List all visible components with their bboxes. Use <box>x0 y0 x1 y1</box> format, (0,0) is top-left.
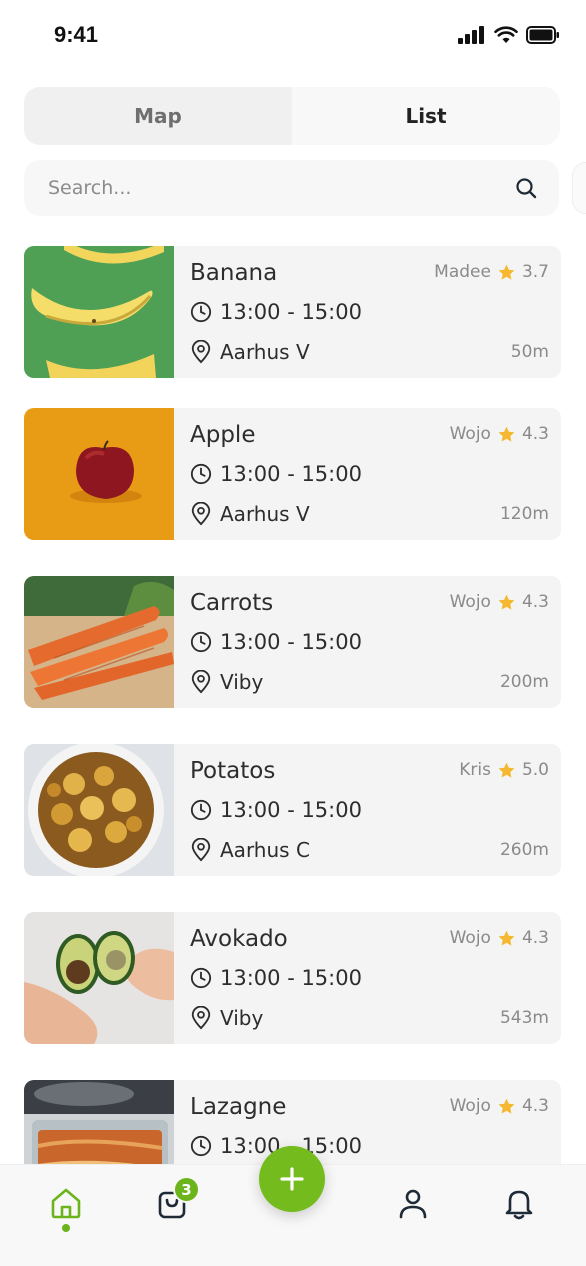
listing-card[interactable]: Carrots Wojo 4.3 13:00 - 15:00 Viby 200m <box>24 576 561 708</box>
clock-icon <box>190 1135 212 1157</box>
listing-title: Banana <box>190 260 278 286</box>
seller-rating: 5.0 <box>521 760 549 780</box>
location-text: Viby <box>220 1006 264 1030</box>
pickup-time: 13:00 - 15:00 <box>190 630 362 654</box>
pickup-time-text: 13:00 - 15:00 <box>220 630 362 654</box>
listing-seller: Wojo 4.3 <box>450 928 549 948</box>
listing-image-banana <box>24 246 174 378</box>
cart-count-badge: 3 <box>173 1176 200 1203</box>
home-icon <box>51 1188 81 1219</box>
seller-rating: 4.3 <box>521 424 549 444</box>
listing-image-carrots <box>24 576 174 708</box>
star-icon <box>498 264 515 280</box>
pickup-time-text: 13:00 - 15:00 <box>220 798 362 822</box>
active-indicator <box>62 1224 70 1232</box>
location-pin-icon <box>191 502 211 526</box>
view-toggle: Map List <box>24 87 560 145</box>
seller-name: Kris <box>459 760 491 780</box>
add-listing-button[interactable] <box>259 1146 325 1212</box>
status-icons <box>458 26 560 44</box>
nav-notifications[interactable] <box>497 1181 541 1225</box>
listing-card[interactable]: Avokado Wojo 4.3 13:00 - 15:00 Viby 543m <box>24 912 561 1044</box>
tab-list[interactable]: List <box>292 87 560 145</box>
seller-name: Wojo <box>449 928 491 948</box>
pickup-time-text: 13:00 - 15:00 <box>220 300 362 324</box>
wifi-icon <box>494 26 518 43</box>
search-icon[interactable] <box>515 177 537 199</box>
listing-image-potatos <box>24 744 174 876</box>
clock-icon <box>190 301 212 323</box>
seller-name: Wojo <box>449 592 491 612</box>
listing-title: Avokado <box>190 926 288 952</box>
location-pin-icon <box>191 340 211 364</box>
listing-seller: Wojo 4.3 <box>450 592 549 612</box>
listing-title: Carrots <box>190 590 274 616</box>
add-icon <box>280 1167 304 1191</box>
pickup-time: 13:00 - 15:00 <box>190 798 362 822</box>
clock-icon <box>190 463 212 485</box>
nav-profile[interactable] <box>391 1181 435 1225</box>
pickup-location: Aarhus C <box>190 838 310 862</box>
seller-rating: 4.3 <box>521 1096 549 1116</box>
pickup-location: Aarhus V <box>190 340 310 364</box>
location-pin-icon <box>191 670 211 694</box>
search-bar <box>24 160 559 216</box>
star-icon <box>498 426 515 442</box>
location-text: Viby <box>220 670 264 694</box>
seller-name: Madee <box>434 262 491 282</box>
listing-title: Apple <box>190 422 256 448</box>
tab-map[interactable]: Map <box>24 87 292 145</box>
cellular-signal-icon <box>458 26 484 44</box>
clock-icon <box>190 799 212 821</box>
search-input[interactable] <box>48 177 515 199</box>
user-icon <box>399 1189 427 1219</box>
pickup-time-text: 13:00 - 15:00 <box>220 966 362 990</box>
listing-card[interactable]: Apple Wojo 4.3 13:00 - 15:00 Aarhus V 12… <box>24 408 561 540</box>
seller-rating: 4.3 <box>521 928 549 948</box>
listing-distance: 260m <box>499 840 549 860</box>
seller-rating: 3.7 <box>521 262 549 282</box>
status-bar: 9:41 <box>0 0 586 74</box>
listing-image-apple <box>24 408 174 540</box>
pickup-location: Viby <box>190 1006 263 1030</box>
seller-rating: 4.3 <box>521 592 549 612</box>
listing-card[interactable]: Banana Madee 3.7 13:00 - 15:00 Aarhus V … <box>24 246 561 378</box>
pickup-time: 13:00 - 15:00 <box>190 462 362 486</box>
battery-icon <box>526 26 559 44</box>
clock-icon <box>190 631 212 653</box>
listing-seller: Wojo 4.3 <box>450 1096 549 1116</box>
listing-distance: 200m <box>499 672 549 692</box>
pickup-time: 13:00 - 15:00 <box>190 966 362 990</box>
pickup-location: Viby <box>190 670 263 694</box>
listing-image-avokado <box>24 912 174 1044</box>
star-icon <box>498 1098 515 1114</box>
listing-distance: 50m <box>510 342 549 362</box>
location-text: Aarhus V <box>220 502 310 526</box>
status-time: 9:41 <box>54 22 99 47</box>
star-icon <box>498 930 515 946</box>
location-text: Aarhus C <box>220 838 310 862</box>
listing-seller: Madee 3.7 <box>434 262 549 282</box>
seller-name: Wojo <box>449 1096 491 1116</box>
listing-title: Potatos <box>190 758 276 784</box>
pickup-time: 13:00 - 15:00 <box>190 300 362 324</box>
filter-button[interactable] <box>572 162 586 214</box>
location-pin-icon <box>191 838 211 862</box>
nav-home[interactable] <box>44 1181 88 1225</box>
pickup-location: Aarhus V <box>190 502 310 526</box>
listing-title: Lazagne <box>190 1094 287 1120</box>
bell-icon <box>505 1190 533 1220</box>
listing-seller: Kris 5.0 <box>459 760 549 780</box>
location-text: Aarhus V <box>220 340 310 364</box>
location-pin-icon <box>191 1006 211 1030</box>
seller-name: Wojo <box>449 424 491 444</box>
star-icon <box>498 594 515 610</box>
listing-seller: Wojo 4.3 <box>450 424 549 444</box>
pickup-time-text: 13:00 - 15:00 <box>220 462 362 486</box>
listing-card[interactable]: Potatos Kris 5.0 13:00 - 15:00 Aarhus C … <box>24 744 561 876</box>
listing-distance: 543m <box>499 1008 549 1028</box>
listing-distance: 120m <box>499 504 549 524</box>
clock-icon <box>190 967 212 989</box>
star-icon <box>498 762 515 778</box>
